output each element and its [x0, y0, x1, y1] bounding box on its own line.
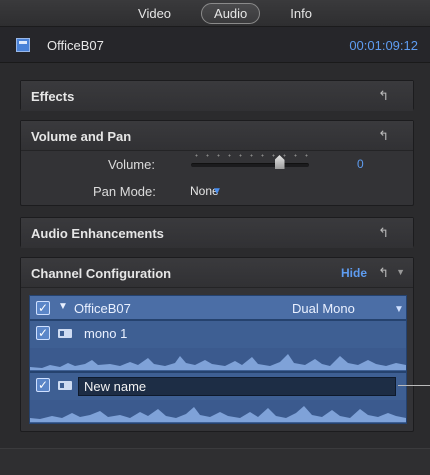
clip-name: OfficeB07 — [47, 38, 104, 53]
inspector-header: OfficeB07 00:01:09:12 — [0, 27, 430, 63]
dropdown-caret-icon[interactable]: ▼ — [212, 186, 222, 197]
waveform — [30, 400, 406, 422]
reset-arrow-icon[interactable]: ↰ — [378, 225, 389, 241]
disclosure-triangle-icon[interactable]: ▼ — [58, 301, 68, 312]
waveform — [30, 348, 406, 370]
channel-icon — [58, 329, 72, 338]
volume-slider-knob[interactable] — [274, 155, 285, 169]
inspector-tab-bar: Video Audio Info — [0, 0, 430, 27]
reset-arrow-icon[interactable]: ↰ — [378, 88, 389, 104]
hide-button[interactable]: Hide — [341, 266, 367, 280]
reset-arrow-icon[interactable]: ↰ — [378, 265, 389, 281]
channel-mode-select[interactable]: Dual Mono — [292, 301, 355, 316]
volume-pan-header[interactable]: Volume and Pan ↰ — [21, 121, 413, 151]
tab-video[interactable]: Video — [126, 4, 183, 23]
clip-timecode: 00:01:09:12 — [349, 38, 418, 53]
channel-checkbox[interactable]: ✓ — [36, 378, 50, 392]
waveform-graphic — [30, 406, 406, 422]
clip-channel-name: OfficeB07 — [74, 301, 131, 316]
volume-slider-ticks — [191, 154, 309, 157]
chevron-down-icon[interactable]: ▼ — [396, 267, 405, 277]
channel-row[interactable]: ✓ mono 1 — [29, 320, 407, 372]
channel-checkbox[interactable]: ✓ — [36, 326, 50, 340]
clip-checkbox[interactable]: ✓ — [36, 301, 50, 315]
volume-pan-section: Volume and Pan ↰ Volume: 0 Pan Mode: Non… — [20, 120, 414, 206]
tab-audio[interactable]: Audio — [201, 2, 261, 24]
inspector-footer — [0, 448, 430, 475]
dropdown-caret-icon[interactable]: ▼ — [394, 304, 404, 315]
channel-config-header[interactable]: Channel Configuration Hide ↰ ▼ — [21, 258, 413, 288]
audio-enhancements-header[interactable]: Audio Enhancements ↰ — [21, 218, 413, 248]
callout-line — [398, 385, 430, 386]
clip-icon — [16, 38, 30, 52]
channel-icon — [58, 381, 72, 390]
channel-name: mono 1 — [84, 326, 128, 341]
effects-section: Effects ↰ — [20, 80, 414, 111]
tab-info[interactable]: Info — [278, 4, 324, 23]
pan-mode-label: Pan Mode: — [93, 184, 156, 199]
section-title: Effects — [31, 89, 75, 104]
section-title: Volume and Pan — [31, 129, 132, 144]
reset-arrow-icon[interactable]: ↰ — [378, 128, 389, 144]
section-title: Channel Configuration — [31, 266, 172, 281]
volume-slider[interactable] — [191, 163, 309, 167]
section-title: Audio Enhancements — [31, 226, 164, 241]
volume-value[interactable]: 0 — [357, 157, 364, 171]
effects-header[interactable]: Effects ↰ — [21, 81, 413, 111]
volume-label: Volume: — [108, 157, 155, 172]
audio-enhancements-section: Audio Enhancements ↰ — [20, 217, 414, 248]
channel-name-input[interactable]: New name — [78, 377, 396, 396]
waveform-graphic — [30, 354, 406, 370]
clip-channel-row[interactable]: ✓ ▼ OfficeB07 Dual Mono ▼ — [29, 295, 407, 320]
